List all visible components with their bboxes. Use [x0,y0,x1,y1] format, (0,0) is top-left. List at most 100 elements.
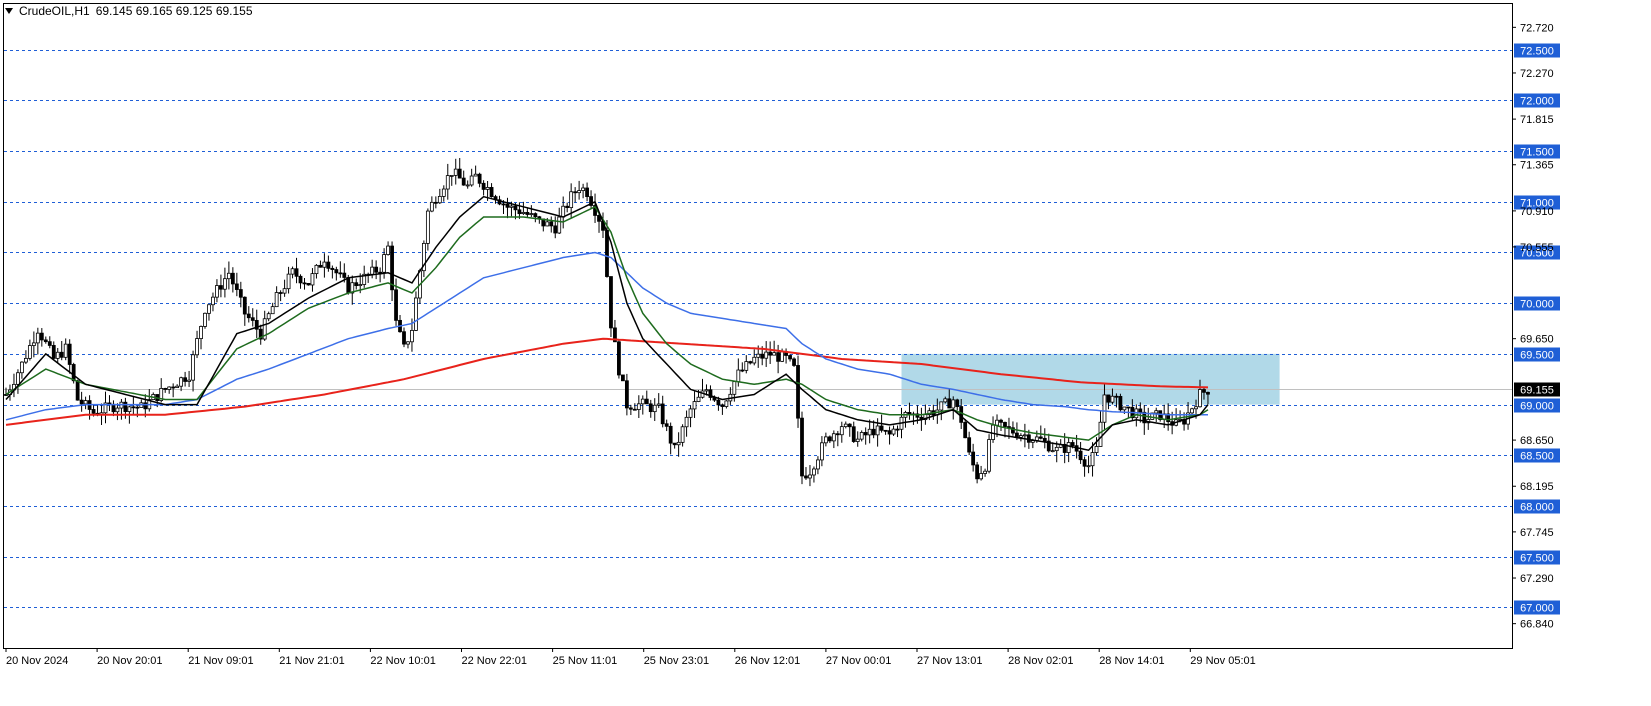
candle-bear [342,272,347,278]
candle-bull [680,426,685,443]
candle-bear [664,423,669,427]
candle-bear [298,275,303,284]
x-tick-label: 28 Nov 14:01 [1099,655,1164,667]
candle-bull [772,352,777,356]
candle-bear [39,332,44,341]
candle-bull [692,401,697,410]
price-chart[interactable]: 72.50072.00071.50071.00070.50070.00069.5… [0,0,1651,706]
candle-bear [91,409,96,414]
candle-bull [195,338,199,356]
candle-bear [306,282,311,286]
candle-bull [732,381,737,395]
level-price-label: 68.000 [1520,502,1554,514]
ohlc-label: 69.145 69.165 69.125 69.155 [95,4,253,18]
candle-bull [187,379,191,382]
candle-bull [282,288,287,294]
candle-bear [668,425,673,444]
candle-bear [513,205,518,211]
x-tick-label: 25 Nov 23:01 [644,655,709,667]
candle-bear [505,203,510,208]
candle-bear [565,205,570,208]
candle-bear [887,430,892,435]
candle-bull [529,213,534,215]
candle-bull [1102,394,1107,423]
candle-bull [951,399,956,409]
candle-bear [326,261,331,269]
candle-bear [43,339,48,343]
level-price-label: 69.000 [1520,401,1554,413]
x-tick-label: 27 Nov 00:01 [826,655,891,667]
candle-bear [354,282,359,287]
x-tick-label: 21 Nov 21:01 [279,655,344,667]
candle-bull [1194,406,1198,410]
candle-bear [776,352,781,362]
supply-zone-layer [901,353,1280,405]
level-price-label: 68.500 [1520,451,1554,463]
candle-bull [831,433,836,442]
candle-bear [47,341,52,346]
candle-bear [234,283,239,290]
candle-bear [481,182,486,190]
candle-bull [226,272,231,280]
candle-bear [242,296,247,315]
candle-bull [1094,446,1099,453]
candle-bull [557,216,562,234]
candle-bull [812,468,816,476]
candle-bear [71,364,76,382]
candle-bear [394,289,398,321]
candle-bear [67,343,72,365]
candle-bull [545,221,550,227]
candle-bull [27,345,32,359]
candle-bull [441,188,446,197]
candle-bull [696,396,701,402]
x-tick-label: 20 Nov 2024 [6,655,68,667]
candle-bull [943,398,948,403]
candle-bear [302,282,307,285]
candle-bear [79,399,84,405]
candle-bull [577,190,582,194]
candle-bull [16,372,20,385]
y-tick-label: 66.840 [1520,619,1554,631]
supply-zone [901,353,1280,405]
candle-bull [1110,395,1115,403]
candle-bear [553,225,558,234]
candle-bear [967,437,972,453]
candle-bull [382,254,387,273]
candle-bull [780,351,784,362]
candle-bull [310,273,315,286]
candle-bear [163,388,168,390]
level-price-label: 69.500 [1520,350,1554,362]
x-tick-label: 20 Nov 20:01 [97,655,162,667]
candle-bear [1118,396,1123,411]
candle-bear [346,277,351,294]
level-price-label: 67.000 [1520,603,1554,615]
candle-bear [660,403,665,425]
candle-bull [63,343,68,358]
candle-bull [453,168,458,176]
price-axis: 72.50072.00071.50071.00070.50070.00069.5… [1512,22,1560,631]
candle-bear [827,436,832,442]
candle-bull [656,403,661,406]
level-price-label: 71.500 [1520,147,1554,159]
candle-bull [764,351,769,359]
candle-bear [489,187,494,198]
symbol-label: CrudeOIL,H1 [19,4,90,18]
candle-bull [1050,450,1055,453]
candle-bear [549,221,554,227]
candle-bear [525,211,530,215]
candle-bear [334,269,339,274]
chart-header: CrudeOIL,H1 69.145 69.165 69.125 69.155 [5,4,253,18]
triangle-down-icon[interactable] [5,8,13,14]
x-tick-label: 25 Nov 11:01 [553,655,618,667]
candle-bull [724,400,729,407]
candle-bear [955,399,960,407]
x-tick-label: 21 Nov 09:01 [188,655,253,667]
candle-bull [35,332,40,344]
candle-bull [115,407,120,413]
candle-bear [1082,459,1087,467]
candle-bull [859,432,864,440]
candle-bear [963,421,968,439]
y-tick-label: 72.720 [1520,22,1554,34]
candle-bear [143,402,148,410]
candle-bear [1078,450,1083,461]
